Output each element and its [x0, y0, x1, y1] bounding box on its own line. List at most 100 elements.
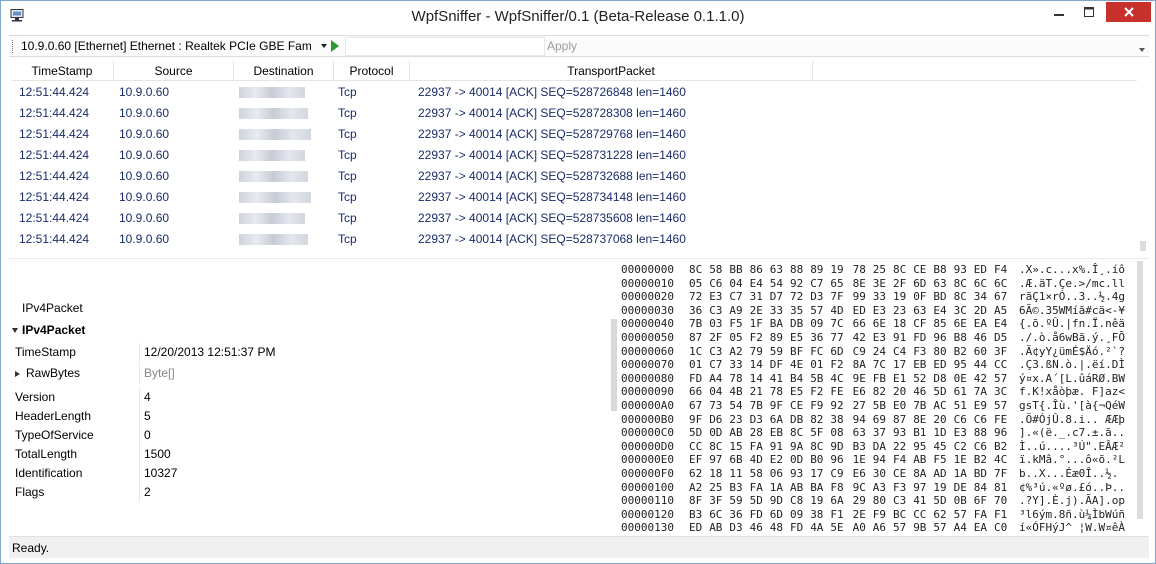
- hex-byte[interactable]: C7: [810, 277, 823, 290]
- hex-byte[interactable]: CE: [893, 467, 906, 480]
- hex-byte[interactable]: 81: [994, 481, 1007, 494]
- hex-byte[interactable]: A5: [994, 304, 1007, 317]
- hex-byte[interactable]: 8C: [893, 263, 906, 276]
- hex-byte[interactable]: 82: [810, 413, 823, 426]
- hex-byte[interactable]: A2: [689, 481, 702, 494]
- hex-byte[interactable]: 0D: [709, 426, 722, 439]
- hex-byte[interactable]: 1E: [853, 453, 866, 466]
- hex-byte[interactable]: 1A: [954, 467, 967, 480]
- property-value[interactable]: 10327: [144, 466, 177, 480]
- hex-byte[interactable]: 14: [750, 372, 763, 385]
- hex-scrollbar[interactable]: [1133, 261, 1147, 533]
- hex-byte[interactable]: 33: [873, 290, 886, 303]
- hex-byte[interactable]: CC: [913, 508, 926, 521]
- hex-byte[interactable]: 15: [729, 440, 742, 453]
- apply-button[interactable]: Apply: [547, 38, 577, 55]
- hex-byte[interactable]: A0: [853, 521, 866, 533]
- hex-byte[interactable]: E3: [873, 331, 886, 344]
- hex-byte[interactable]: B2: [974, 453, 987, 466]
- hex-byte[interactable]: 79: [750, 345, 763, 358]
- hex-byte[interactable]: 1E: [954, 453, 967, 466]
- hex-byte[interactable]: B8: [933, 263, 946, 276]
- hex-byte[interactable]: 33: [729, 358, 742, 371]
- hex-byte[interactable]: 97: [913, 481, 926, 494]
- hex-byte[interactable]: EF: [689, 453, 702, 466]
- hex-byte[interactable]: EA: [974, 521, 987, 533]
- play-icon[interactable]: [331, 40, 339, 52]
- hex-byte[interactable]: F2: [750, 331, 763, 344]
- hex-byte[interactable]: B3: [853, 440, 866, 453]
- hex-byte[interactable]: 4C: [994, 453, 1007, 466]
- hex-byte[interactable]: 5D: [933, 494, 946, 507]
- hex-byte[interactable]: FD: [913, 331, 926, 344]
- hex-byte[interactable]: C6: [954, 413, 967, 426]
- hex-byte[interactable]: E3: [954, 426, 967, 439]
- hex-byte[interactable]: FD: [750, 508, 763, 521]
- hex-byte[interactable]: 93: [790, 467, 803, 480]
- hex-byte[interactable]: 80: [873, 494, 886, 507]
- property-value[interactable]: Byte[]: [144, 366, 175, 380]
- hex-byte[interactable]: 9F: [770, 399, 783, 412]
- hex-byte[interactable]: 46: [750, 521, 763, 533]
- hex-byte[interactable]: 63: [853, 426, 866, 439]
- hex-byte[interactable]: C8: [790, 494, 803, 507]
- grid-scrollbar[interactable]: [1139, 61, 1147, 259]
- hex-byte[interactable]: 4C: [830, 372, 843, 385]
- table-row[interactable]: 12:51:44.424 10.9.0.60 Tcp 22937 -> 40014 […: [11, 124, 1137, 145]
- hex-byte[interactable]: 04: [709, 385, 722, 398]
- hex-byte[interactable]: 8A: [853, 358, 866, 371]
- hex-byte[interactable]: F9: [810, 399, 823, 412]
- title-bar[interactable]: WpfSniffer - WpfSniffer/0.1 (Beta-Releas…: [1, 1, 1155, 33]
- hex-byte[interactable]: C7: [709, 358, 722, 371]
- hex-byte[interactable]: 05: [689, 277, 702, 290]
- minimize-button[interactable]: [1045, 2, 1073, 22]
- hex-byte[interactable]: 72: [790, 290, 803, 303]
- hex-byte[interactable]: BD: [933, 290, 946, 303]
- hex-byte[interactable]: 89: [810, 263, 823, 276]
- hex-byte[interactable]: 20: [933, 413, 946, 426]
- hex-byte[interactable]: 17: [893, 358, 906, 371]
- hex-byte[interactable]: BD: [974, 467, 987, 480]
- hex-byte[interactable]: 29: [853, 494, 866, 507]
- hex-byte[interactable]: F8: [830, 481, 843, 494]
- property-value[interactable]: 1500: [144, 447, 171, 461]
- hex-byte[interactable]: C3: [709, 304, 722, 317]
- hex-byte[interactable]: 1D: [933, 426, 946, 439]
- hex-byte[interactable]: EB: [913, 358, 926, 371]
- hex-byte[interactable]: 59: [729, 494, 742, 507]
- hex-byte[interactable]: C6: [974, 413, 987, 426]
- hex-byte[interactable]: 4B: [729, 385, 742, 398]
- hex-byte[interactable]: C9: [853, 345, 866, 358]
- hex-byte[interactable]: 09: [790, 508, 803, 521]
- hex-byte[interactable]: 60: [974, 345, 987, 358]
- hex-byte[interactable]: 78: [729, 372, 742, 385]
- hex-byte[interactable]: 86: [750, 263, 763, 276]
- table-row[interactable]: 12:51:44.424 10.9.0.60 Tcp 22937 -> 40014 […: [11, 166, 1137, 187]
- hex-byte[interactable]: 58: [709, 263, 722, 276]
- hex-byte[interactable]: 94: [853, 413, 866, 426]
- hex-byte[interactable]: 7C: [873, 358, 886, 371]
- hex-byte[interactable]: 8E: [853, 277, 866, 290]
- toolbar-grip[interactable]: [12, 40, 15, 53]
- column-header-source[interactable]: Source: [114, 61, 234, 81]
- hex-byte[interactable]: CC: [689, 440, 702, 453]
- hex-byte[interactable]: 51: [954, 399, 967, 412]
- hex-byte[interactable]: 54: [770, 277, 783, 290]
- hex-byte[interactable]: 72: [689, 290, 702, 303]
- hex-byte[interactable]: 93: [954, 263, 967, 276]
- hex-byte[interactable]: 8C: [689, 263, 702, 276]
- hex-byte[interactable]: 25: [709, 481, 722, 494]
- hex-byte[interactable]: B4: [790, 372, 803, 385]
- hex-byte[interactable]: FD: [790, 521, 803, 533]
- column-header-timestamp[interactable]: TimeStamp: [11, 61, 114, 81]
- hex-byte[interactable]: 0E: [954, 372, 967, 385]
- hex-byte[interactable]: 21: [750, 385, 763, 398]
- hex-byte[interactable]: 5B: [873, 399, 886, 412]
- hex-byte[interactable]: 4D: [830, 304, 843, 317]
- hex-byte[interactable]: 80: [933, 345, 946, 358]
- column-header-destination[interactable]: Destination: [234, 61, 334, 81]
- hex-byte[interactable]: 2E: [750, 304, 763, 317]
- hex-byte[interactable]: 46: [913, 385, 926, 398]
- hex-byte[interactable]: F2: [810, 385, 823, 398]
- hex-byte[interactable]: E2: [770, 453, 783, 466]
